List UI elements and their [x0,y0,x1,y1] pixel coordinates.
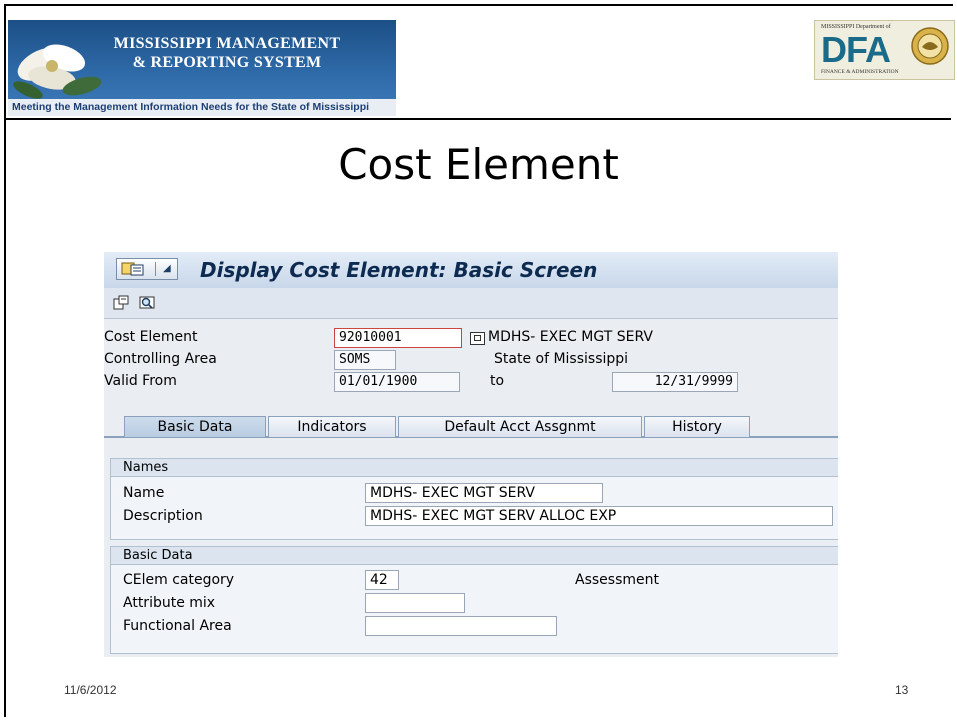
menu-icon [121,262,144,276]
magnolia-flower-icon [13,44,102,99]
celem-category-input[interactable]: 42 [365,570,399,590]
dropdown-arrow-icon: ◢ [163,263,171,274]
basic-data-group: Basic Data CElem category 42 Assessment … [110,546,838,654]
functional-area-input[interactable] [365,616,557,636]
dfa-logo: MISSISSIPPI Department of DFA FINANCE & … [814,20,955,80]
celem-category-label: CElem category [123,572,235,588]
controlling-area-input[interactable]: SOMS [334,350,396,370]
attribute-mix-label: Attribute mix [123,595,216,611]
mmrs-title-line1: MISSISSIPPI MANAGEMENT [113,35,341,52]
controlling-area-label: Controlling Area [104,351,217,367]
cost-element-description: MDHS- EXEC MGT SERV [488,329,653,345]
celem-category-description: Assessment [575,572,659,588]
matchcode-icon[interactable] [470,332,485,345]
menu-separator [155,262,156,276]
mmrs-logo: MISSISSIPPI MANAGEMENT & REPORTING SYSTE… [8,20,396,116]
valid-to-label: to [490,373,505,389]
mmrs-title-line2: & REPORTING SYSTEM [132,54,322,71]
name-label: Name [123,485,165,501]
header-divider [6,118,951,120]
tab-indicators[interactable]: Indicators [268,416,396,437]
find-icon[interactable] [138,294,156,312]
basic-data-group-title: Basic Data [111,547,838,565]
controlling-area-description: State of Mississippi [494,351,629,367]
attribute-mix-input[interactable] [365,593,465,613]
change-display-icon[interactable] [112,294,130,312]
system-menu-button[interactable]: ◢ [116,258,178,280]
valid-to-input[interactable]: 12/31/9999 [612,372,738,392]
description-label: Description [123,508,203,524]
valid-from-label: Valid From [104,373,177,389]
dfa-bottom-text: FINANCE & ADMINISTRATION [821,69,899,75]
tab-basic-data[interactable]: Basic Data [124,416,266,437]
application-toolbar [104,288,838,319]
description-input[interactable]: MDHS- EXEC MGT SERV ALLOC EXP [365,506,833,526]
tab-history[interactable]: History [644,416,750,437]
sap-window-title: Display Cost Element: Basic Screen [200,258,598,282]
names-group-title: Names [111,459,838,477]
valid-from-input[interactable]: 01/01/1900 [334,372,460,392]
mmrs-title: MISSISSIPPI MANAGEMENT & REPORTING SYSTE… [112,34,342,72]
name-input[interactable]: MDHS- EXEC MGT SERV [365,483,603,503]
functional-area-label: Functional Area [123,618,232,634]
cost-element-label: Cost Element [104,329,198,345]
mmrs-tagline: Meeting the Management Information Needs… [8,99,396,116]
slide-page-number: 13 [895,683,909,697]
cost-element-input[interactable]: 92010001 [334,328,462,348]
state-seal-icon [911,27,949,65]
sap-titlebar: ◢ Display Cost Element: Basic Screen [104,252,838,288]
dfa-letters: DFA [821,29,891,70]
slide-date: 11/6/2012 [64,683,117,697]
slide-title: Cost Element [338,140,619,189]
tab-default-acct-assgnmt[interactable]: Default Acct Assgnmt [398,416,642,437]
sap-screenshot: ◢ Display Cost Element: Basic Screen Cos… [104,252,838,657]
names-group: Names Name MDHS- EXEC MGT SERV Descripti… [110,458,838,540]
